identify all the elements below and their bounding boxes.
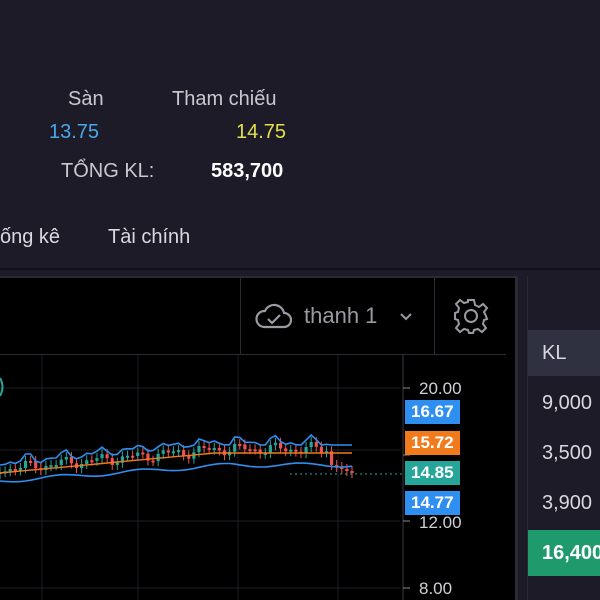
chart-toolbar: thanh 1	[0, 278, 515, 354]
candle-body	[110, 458, 114, 465]
candle-body	[161, 450, 165, 454]
axis-tick-8: 8.00	[419, 579, 453, 598]
candle-body	[29, 460, 33, 463]
candle-body	[105, 454, 109, 459]
price-label-upper-band: 16.67	[405, 400, 460, 424]
candle-body	[115, 462, 119, 465]
chart-panel: thanh 1 20.00 12.00 8.00 16.67 15.72 14.…	[0, 276, 518, 600]
candle-body	[23, 460, 28, 468]
candle-body	[233, 444, 237, 452]
interval-selector-button[interactable]: thanh 1	[240, 278, 434, 354]
candle-body	[243, 444, 247, 450]
section-divider	[0, 268, 600, 270]
price-label-last: 14.85	[405, 461, 460, 485]
candle-body	[54, 465, 58, 468]
candle-body	[314, 442, 318, 447]
order-book-header: KL	[528, 330, 600, 376]
chevron-down-icon	[400, 313, 413, 321]
candle-body	[309, 442, 313, 448]
candle-body	[212, 447, 216, 450]
candle-body	[125, 455, 130, 458]
candle-body	[90, 460, 94, 463]
candle-body	[100, 454, 104, 459]
lower-band-line	[0, 462, 353, 483]
candle-body	[64, 456, 68, 460]
floor-price-label: Sàn	[68, 88, 104, 110]
order-book-row[interactable]: 3,900	[542, 492, 592, 515]
candle-body	[289, 449, 293, 452]
candle-body	[350, 471, 354, 473]
candle-body	[207, 447, 211, 450]
candle-body	[13, 469, 17, 472]
candle-body	[202, 446, 206, 449]
axis-tick-20: 20.00	[419, 379, 462, 398]
candle-body	[176, 450, 181, 453]
tab-statistics[interactable]: ống kê	[0, 226, 60, 249]
candle-body	[248, 449, 252, 452]
price-label-lower-band: 14.77	[405, 491, 460, 515]
candle-body	[217, 447, 221, 451]
order-book-panel: KL 9,000 3,500 3,900 16,400	[527, 276, 600, 600]
volume-column-header: KL	[542, 342, 567, 364]
order-book-highlight-row[interactable]: 16,400	[528, 530, 600, 576]
candle-body	[304, 447, 308, 454]
order-book-row[interactable]: 3,500	[542, 442, 592, 465]
highlight-volume: 16,400	[542, 542, 600, 564]
candle-body	[268, 445, 272, 453]
candle-body	[151, 460, 155, 463]
legend-marker	[0, 377, 4, 397]
candle-body	[319, 446, 323, 453]
axis-tick-12: 12.00	[419, 513, 462, 532]
candle-body	[294, 449, 298, 452]
candle-body	[69, 456, 74, 464]
candle-body	[345, 469, 349, 471]
candle-body	[238, 444, 242, 447]
total-volume-value: 583,700	[211, 160, 284, 182]
candle-body	[49, 465, 53, 468]
candle-body	[141, 452, 145, 455]
candle-body	[284, 448, 288, 452]
candle-body	[8, 469, 12, 472]
order-book-row[interactable]: 9,000	[542, 392, 592, 415]
reference-price-label: Tham chiếu	[172, 88, 277, 110]
candle-body	[197, 446, 201, 453]
gear-icon	[453, 298, 488, 334]
floor-price-value: 13.75	[49, 121, 100, 143]
chart-settings-button[interactable]	[434, 278, 506, 354]
candle-body	[166, 450, 170, 453]
candle-body	[85, 460, 89, 465]
candle-body	[136, 452, 140, 456]
total-volume-label: TỔNG KL:	[61, 160, 155, 182]
cloud-check-icon	[255, 303, 293, 329]
candle-body	[278, 442, 283, 449]
candle-body	[182, 450, 186, 456]
candle-body	[59, 459, 63, 466]
interval-label: thanh 1	[304, 303, 378, 328]
tab-financials[interactable]: Tài chính	[108, 226, 190, 249]
reference-price-value: 14.75	[236, 121, 287, 143]
candle-body	[171, 451, 176, 454]
candle-body	[131, 455, 135, 458]
candle-body	[253, 449, 257, 452]
price-label-ma: 15.72	[405, 431, 460, 455]
candle-body	[273, 442, 278, 446]
candle-body	[95, 458, 99, 461]
candle-body	[18, 467, 23, 471]
